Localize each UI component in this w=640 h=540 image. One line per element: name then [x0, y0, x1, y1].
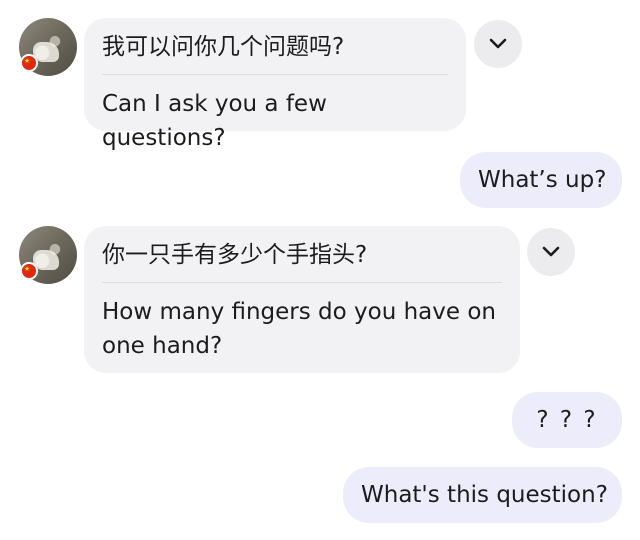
- expand-translation-button[interactable]: [474, 20, 522, 68]
- china-flag-icon: ★: [20, 262, 38, 280]
- chevron-down-icon: [542, 246, 560, 257]
- message-original-text: 你一只手有多少个手指头?: [102, 226, 502, 283]
- outgoing-message[interactable]: What’s up?: [460, 152, 622, 208]
- incoming-message[interactable]: 我可以问你几个问题吗? Can I ask you a few question…: [84, 18, 466, 151]
- outgoing-message[interactable]: What's this question?: [343, 467, 622, 523]
- outgoing-message[interactable]: ? ? ?: [512, 392, 622, 448]
- message-translation-text: How many fingers do you have on one hand…: [102, 299, 496, 359]
- avatar[interactable]: ★: [19, 226, 77, 284]
- china-flag-icon: ★: [20, 54, 38, 72]
- incoming-message[interactable]: 你一只手有多少个手指头? How many fingers do you hav…: [84, 226, 520, 373]
- avatar[interactable]: ★: [19, 18, 77, 76]
- message-original-text: 我可以问你几个问题吗?: [102, 18, 448, 75]
- expand-translation-button[interactable]: [527, 228, 575, 276]
- chevron-down-icon: [489, 38, 507, 49]
- message-translation-text: Can I ask you a few questions?: [102, 91, 327, 151]
